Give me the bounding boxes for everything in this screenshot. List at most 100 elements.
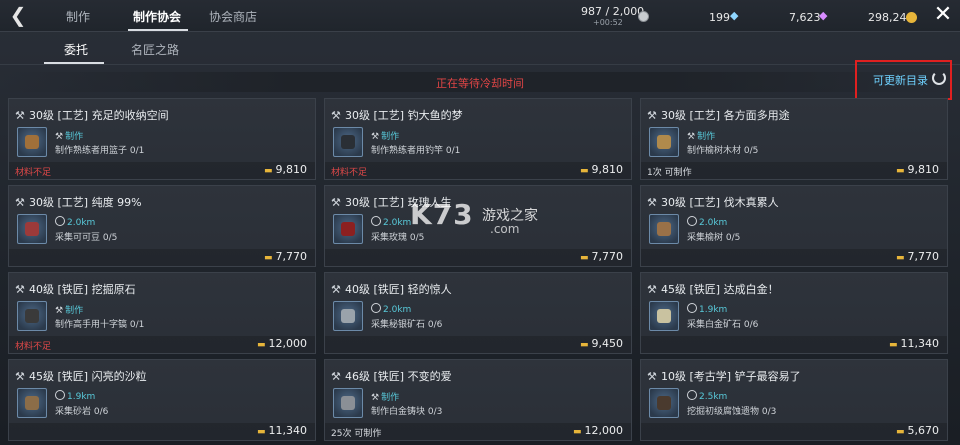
commission-card[interactable]: ⚒ 10级 [考古学] 铲子最容易了 2.5km 挖掘初级腐蚀遗物 0/3 ▬ 5,670 [640, 359, 948, 441]
refresh-list-button[interactable]: 可更新目录 [873, 72, 928, 88]
commission-objective: 采集榆树 0/5 [687, 233, 741, 243]
gold-bar-icon: ▬ [888, 340, 898, 350]
commission-card[interactable]: ⚒ 46级 [铁匠] 不变的爱 ⚒ 制作 制作白金铸块 0/3 25次 可制作 ▬ 12,00… [324, 359, 632, 441]
item-icon [25, 135, 39, 149]
gold-bar-icon: ▬ [579, 340, 589, 350]
commission-card[interactable]: ⚒ 30级 [工艺] 伐木真累人 2.0km 采集榆树 0/5 ▬ 7,770 [640, 185, 948, 267]
commission-card[interactable]: ⚒ 30级 [工艺] 各方面多用途 ⚒ 制作 制作榆树木材 0/5 1次 可制作 ▬ 9,81… [640, 98, 948, 180]
commission-objective: 挖掘初级腐蚀遗物 0/3 [687, 407, 777, 417]
tab-crafting[interactable]: 制作 [66, 8, 90, 25]
commission-title-text: 45级 [铁匠] 闪亮的沙粒 [29, 370, 147, 383]
item-thumbnail [649, 127, 679, 157]
watermark-domain: .com [490, 222, 520, 236]
commission-title: ⚒ 30级 [工艺] 伐木真累人 [647, 194, 779, 210]
gold-bar-icon: ▬ [895, 427, 905, 437]
stamina-value: 987 / 2,000 [581, 5, 645, 18]
active-subtab-indicator [44, 62, 104, 64]
commission-type-text: 制作 [381, 393, 400, 403]
commission-type-text: 制作 [697, 132, 716, 142]
reward-amount: 11,340 [268, 424, 308, 437]
reward: ▬ 5,670 [896, 424, 939, 437]
commission-title: ⚒ 46级 [铁匠] 不变的爱 [331, 368, 452, 384]
item-thumbnail [333, 388, 363, 418]
gold-bar-icon: ▬ [579, 253, 589, 263]
globe-icon [687, 390, 697, 400]
sub-tab-bar: 委托 名匠之路 [0, 33, 960, 65]
commission-type: 2.5km [687, 390, 727, 402]
item-icon [657, 135, 671, 149]
category-icon: ⚒ [647, 283, 657, 296]
globe-icon [55, 390, 65, 400]
commission-card[interactable]: ⚒ 40级 [铁匠] 轻的惊人 2.0km 采集秘银矿石 0/6 ▬ 9,450 [324, 272, 632, 354]
close-icon[interactable]: ✕ [932, 4, 954, 26]
commission-title: ⚒ 40级 [铁匠] 挖掘原石 [15, 281, 136, 297]
item-thumbnail [333, 127, 363, 157]
stamina-timer: +00:52 [593, 18, 623, 27]
commission-title: ⚒ 30级 [工艺] 钓大鱼的梦 [331, 107, 463, 123]
category-icon: ⚒ [15, 370, 25, 383]
reward-amount: 7,770 [907, 250, 940, 263]
reward: ▬ 9,810 [580, 163, 623, 176]
commission-type-text: 制作 [65, 132, 84, 142]
commission-card[interactable]: ⚒ 30级 [工艺] 玫瑰人生 2.0km 采集玫瑰 0/5 ▬ 7,770 [324, 185, 632, 267]
watermark-logo: K73 [410, 198, 474, 231]
commission-objective: 制作熟练者用篮子 0/1 [55, 146, 145, 156]
commission-card[interactable]: ⚒ 40级 [铁匠] 挖掘原石 ⚒ 制作 制作高手用十字镐 0/1 材料不足 ▬ 12,000 [8, 272, 316, 354]
category-icon: ⚒ [647, 196, 657, 209]
globe-icon [687, 303, 697, 313]
commission-title-text: 45级 [铁匠] 达成白金！ [661, 283, 779, 296]
top-bar: ❮ 制作 制作协会 协会商店 987 / 2,000 +00:52 199 ◆ … [0, 0, 960, 32]
item-thumbnail [649, 214, 679, 244]
commission-title: ⚒ 45级 [铁匠] 闪亮的沙粒 [15, 368, 147, 384]
item-icon [25, 222, 39, 236]
commission-title-text: 40级 [铁匠] 挖掘原石 [29, 283, 136, 296]
category-icon: ⚒ [331, 109, 341, 122]
commission-card[interactable]: ⚒ 30级 [工艺] 充足的收纳空间 ⚒ 制作 制作熟练者用篮子 0/1 材料不足 ▬ 9,8… [8, 98, 316, 180]
tab-master-road[interactable]: 名匠之路 [131, 41, 179, 58]
reward: ▬ 9,450 [580, 337, 623, 350]
reward: ▬ 9,810 [896, 163, 939, 176]
reward: ▬ 7,770 [264, 250, 307, 263]
commission-type: 1.9km [687, 303, 727, 315]
reward: ▬ 9,810 [264, 163, 307, 176]
commission-type-text: 制作 [65, 306, 84, 316]
commission-type: ⚒ 制作 [371, 129, 399, 142]
blue-gem-icon: ◆ [730, 9, 739, 22]
tab-crafting-guild[interactable]: 制作协会 [133, 8, 181, 25]
gold-bar-icon: ▬ [572, 427, 582, 437]
commission-title-text: 10级 [考古学] 铲子最容易了 [661, 370, 801, 383]
item-thumbnail [17, 214, 47, 244]
reward: ▬ 11,340 [889, 337, 939, 350]
commission-title-text: 30级 [工艺] 伐木真累人 [661, 196, 779, 209]
commission-title: ⚒ 30级 [工艺] 充足的收纳空间 [15, 107, 169, 123]
tab-commissions[interactable]: 委托 [64, 41, 88, 58]
refresh-icon[interactable] [932, 71, 946, 85]
gold-bar-icon: ▬ [263, 253, 273, 263]
commission-card[interactable]: ⚒ 45级 [铁匠] 达成白金！ 1.9km 采集白金矿石 0/6 ▬ 11,340 [640, 272, 948, 354]
item-thumbnail [649, 388, 679, 418]
commission-type-text: 2.5km [699, 392, 728, 402]
commission-card[interactable]: ⚒ 30级 [工艺] 纯度 99% 2.0km 采集可可豆 0/5 ▬ 7,770 [8, 185, 316, 267]
tab-guild-shop[interactable]: 协会商店 [209, 8, 257, 25]
active-tab-indicator [128, 29, 188, 31]
globe-icon [371, 303, 381, 313]
globe-icon [687, 216, 697, 226]
commission-type-text: 1.9km [67, 392, 96, 402]
commission-card[interactable]: ⚒ 30级 [工艺] 钓大鱼的梦 ⚒ 制作制作熟练者用钓竿 0/1 材料不足 ▬ 9,810 [324, 98, 632, 180]
gold-coin-icon [906, 12, 917, 23]
commission-objective: 制作熟练者用钓竿 0/1 [371, 146, 461, 156]
commission-card[interactable]: ⚒ 45级 [铁匠] 闪亮的沙粒 1.9km 采集砂岩 0/6 ▬ 11,340 [8, 359, 316, 441]
gold-bar-icon: ▬ [256, 340, 266, 350]
item-thumbnail [649, 301, 679, 331]
item-icon [341, 222, 355, 236]
tool-icon: ⚒ [371, 132, 380, 142]
commission-objective: 采集可可豆 0/5 [55, 233, 118, 243]
reward-amount: 12,000 [584, 424, 624, 437]
commission-type-text: 2.0km [383, 305, 412, 315]
commission-objective: 采集白金矿石 0/6 [687, 320, 759, 330]
back-arrow-icon[interactable]: ❮ [8, 5, 28, 26]
commission-status: 材料不足 [331, 168, 368, 178]
commission-status: 材料不足 [15, 168, 52, 178]
item-icon [657, 222, 671, 236]
blue-gem-count: 199 [709, 11, 730, 24]
